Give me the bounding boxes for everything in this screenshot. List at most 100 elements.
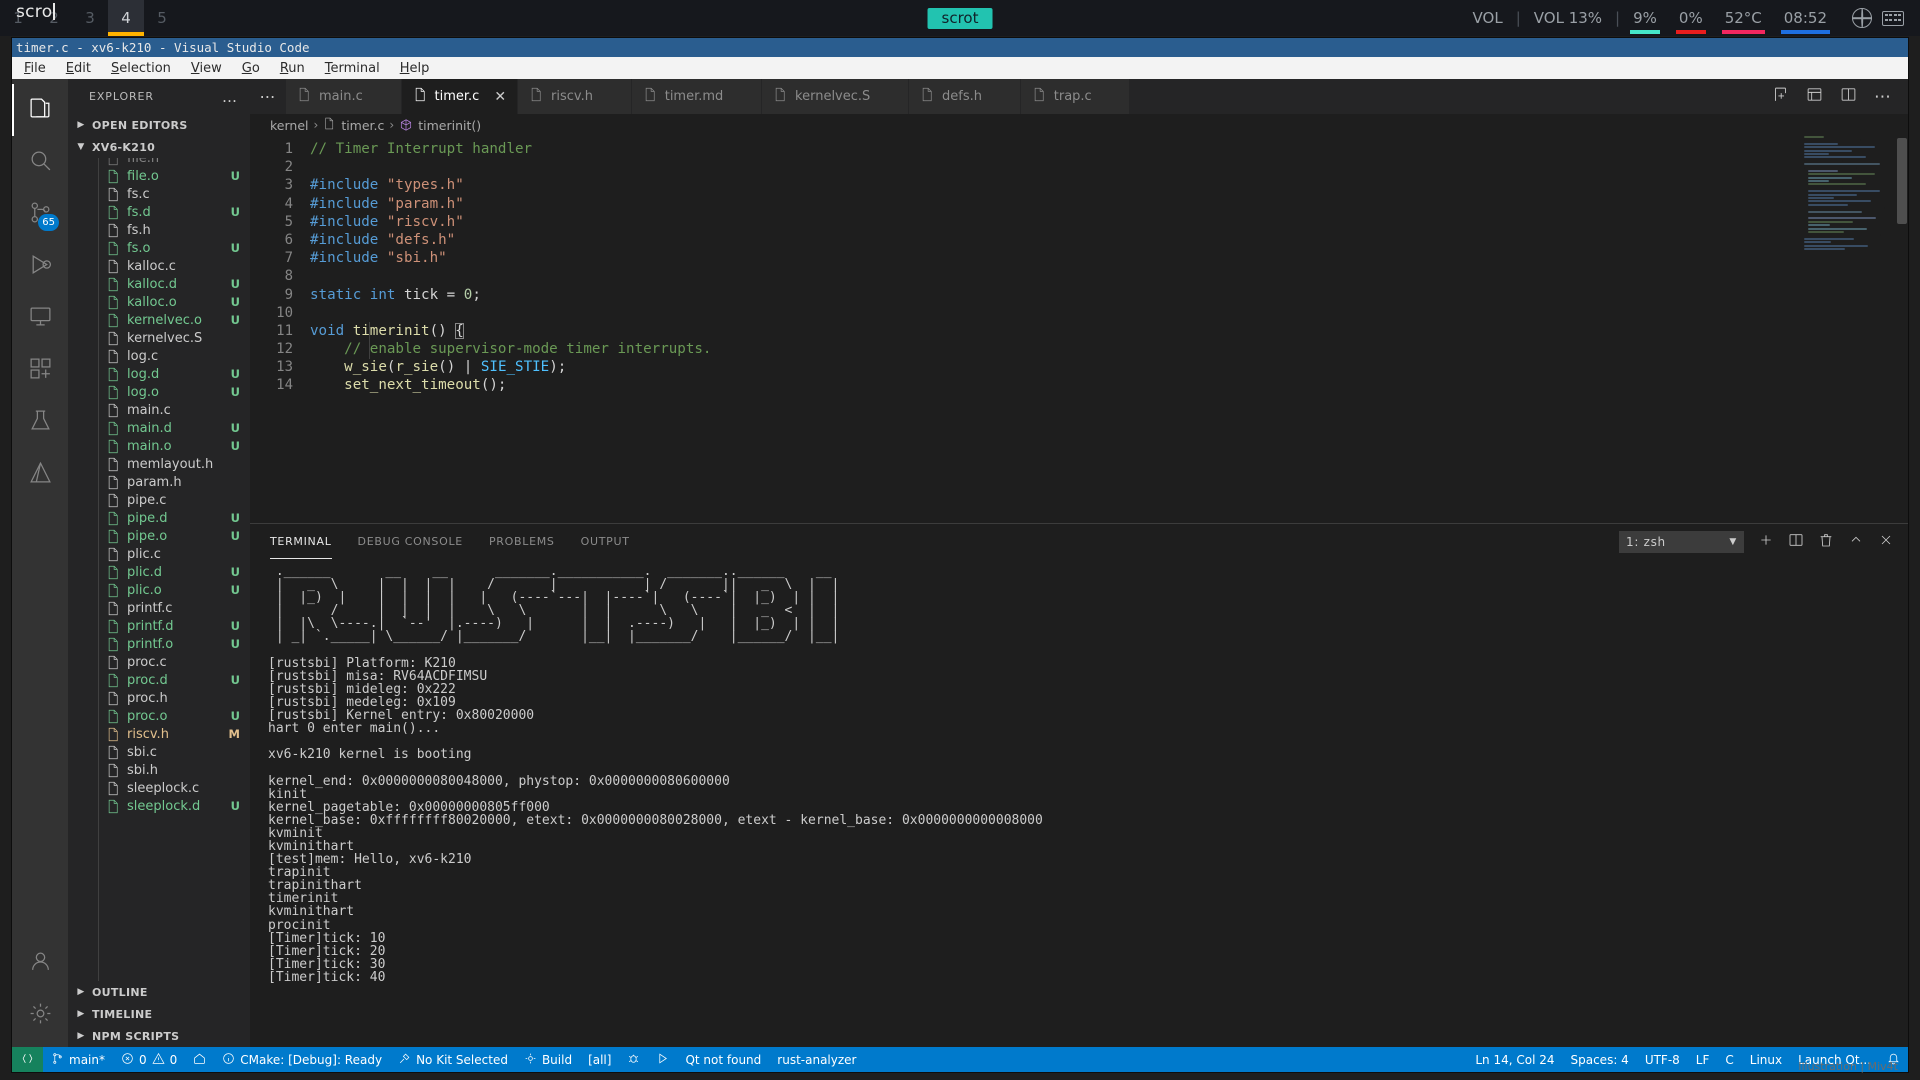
code-content[interactable]: // Timer Interrupt handler #include "typ… <box>302 136 1908 523</box>
run-file-icon[interactable] <box>1772 86 1789 107</box>
editor-tab-riscv-h[interactable]: riscv.h✕ <box>518 79 632 114</box>
file-tree-item[interactable]: proc.o U <box>68 707 250 725</box>
file-tree-item[interactable]: main.o U <box>68 437 250 455</box>
status-platform[interactable]: Linux <box>1742 1047 1790 1072</box>
file-tree-item[interactable]: main.d U <box>68 419 250 437</box>
polybar-temperature[interactable]: 52°C <box>1714 0 1773 36</box>
activitybar-item-run-debug[interactable] <box>12 240 68 292</box>
editor-tab-timer-md[interactable]: timer.md✕ <box>631 79 763 114</box>
workspace-5[interactable]: 5 <box>144 0 180 36</box>
code-line[interactable]: // enable supervisor-mode timer interrup… <box>310 340 1908 358</box>
file-tree-item[interactable]: kernelvec.o U <box>68 311 250 329</box>
file-tree-item[interactable]: kalloc.o U <box>68 293 250 311</box>
menu-bar[interactable]: File Edit Selection View Go Run Terminal Help <box>12 57 1908 79</box>
code-line[interactable] <box>310 158 1908 176</box>
menu-terminal[interactable]: Terminal <box>325 61 380 76</box>
menu-go[interactable]: Go <box>242 61 260 76</box>
activitybar-item-extensions[interactable] <box>12 344 68 396</box>
polybar-volume-muted[interactable]: VOL <box>1462 0 1514 36</box>
code-line[interactable]: #include "defs.h" <box>310 231 1908 249</box>
file-tree-item[interactable]: proc.h <box>68 689 250 707</box>
editor-actions[interactable]: ⋯ <box>1756 79 1908 114</box>
code-line[interactable] <box>310 304 1908 322</box>
activitybar-item-explorer[interactable] <box>12 84 68 136</box>
network-globe-icon[interactable] <box>1852 8 1872 28</box>
polybar-memory[interactable]: 0% <box>1668 0 1714 36</box>
menu-selection[interactable]: Selection <box>111 61 171 76</box>
status-encoding[interactable]: UTF-8 <box>1637 1047 1688 1072</box>
file-tree-item[interactable]: proc.c <box>68 653 250 671</box>
scrollbar-thumb[interactable] <box>1897 138 1907 224</box>
split-editor-icon[interactable] <box>1840 86 1857 107</box>
file-tree-item[interactable]: memlayout.h <box>68 455 250 473</box>
activitybar-item-remote-explorer[interactable] <box>12 292 68 344</box>
activity-bar[interactable]: 65 <box>12 79 68 1047</box>
new-terminal-icon[interactable] <box>1758 532 1774 551</box>
file-tree-item[interactable]: sbi.c <box>68 743 250 761</box>
polybar-volume[interactable]: VOL 13% <box>1523 0 1613 36</box>
section-open-editors[interactable]: ▶ OPEN EDITORS <box>68 114 250 136</box>
terminal-output[interactable]: .______ __ __ _______.___________. _____… <box>250 559 1908 1047</box>
file-tree-item[interactable]: fs.c <box>68 185 250 203</box>
file-tree-item[interactable]: pipe.d U <box>68 509 250 527</box>
file-tree-item[interactable]: printf.d U <box>68 617 250 635</box>
file-tree-item[interactable]: param.h <box>68 473 250 491</box>
file-tree-item[interactable]: log.d U <box>68 365 250 383</box>
file-tree-item[interactable]: pipe.o U <box>68 527 250 545</box>
workspace-3[interactable]: 3 <box>72 0 108 36</box>
code-line[interactable]: w_sie(r_sie() | SIE_STIE); <box>310 358 1908 376</box>
split-terminal-icon[interactable] <box>1788 532 1804 551</box>
code-line[interactable] <box>310 267 1908 285</box>
activitybar-item-search[interactable] <box>12 136 68 188</box>
editor-scrollbar[interactable] <box>1894 136 1908 523</box>
breadcrumb-item-folder[interactable]: kernel <box>270 118 309 133</box>
code-line[interactable]: #include "types.h" <box>310 176 1908 194</box>
file-tree-item[interactable]: sbi.h <box>68 761 250 779</box>
code-line[interactable]: void timerinit() { <box>310 322 1908 340</box>
polybar-cpu[interactable]: 9% <box>1622 0 1668 36</box>
status-launch-run[interactable] <box>648 1047 677 1072</box>
file-tree-item[interactable]: fs.d U <box>68 203 250 221</box>
code-line[interactable]: // Timer Interrupt handler <box>310 140 1908 158</box>
status-cmake[interactable]: CMake: [Debug]: Ready <box>214 1047 390 1072</box>
activitybar-item-testing[interactable] <box>12 396 68 448</box>
close-icon[interactable]: ✕ <box>494 90 506 104</box>
activitybar-item-source-control[interactable]: 65 <box>12 188 68 240</box>
status-eol[interactable]: LF <box>1688 1047 1718 1072</box>
menu-edit[interactable]: Edit <box>66 61 91 76</box>
menu-view[interactable]: View <box>191 61 222 76</box>
explorer-more-actions-icon[interactable]: … <box>222 88 238 106</box>
editor-tab-timer-c[interactable]: timer.c ✕ <box>401 79 519 114</box>
section-project-root[interactable]: ▼ XV6-K210 <box>68 136 250 158</box>
activitybar-item-accounts[interactable] <box>12 937 68 989</box>
panel-tab-problems[interactable]: PROBLEMS <box>489 524 555 559</box>
status-bar[interactable]: main* 0 0 CMake: [Debug]: Ready No Kit S… <box>12 1047 1908 1072</box>
panel-tab-terminal[interactable]: TERMINAL <box>270 524 332 559</box>
workspace-4[interactable]: 4 <box>108 0 144 36</box>
file-tree-item[interactable]: printf.o U <box>68 635 250 653</box>
kill-terminal-icon[interactable] <box>1818 532 1834 551</box>
panel-tab-bar[interactable]: TERMINAL DEBUG CONSOLE PROBLEMS OUTPUT 1: z… <box>250 524 1908 559</box>
status-branch[interactable]: main* <box>43 1047 113 1072</box>
code-line[interactable]: #include "sbi.h" <box>310 249 1908 267</box>
file-tree-item[interactable]: file.o U <box>68 167 250 185</box>
section-npm-scripts[interactable]: ▶ NPM SCRIPTS <box>68 1025 250 1047</box>
status-debug-target[interactable] <box>619 1047 648 1072</box>
section-timeline[interactable]: ▶ TIMELINE <box>68 1003 250 1025</box>
file-tree-item[interactable]: file.h <box>68 158 250 167</box>
editor-tab-defs-h[interactable]: defs.h✕ <box>909 79 1021 114</box>
status-build[interactable]: Build <box>516 1047 580 1072</box>
breadcrumb[interactable]: kernel › timer.c › timerinit() <box>250 114 1908 136</box>
status-home[interactable] <box>185 1047 214 1072</box>
close-panel-icon[interactable] <box>1878 532 1894 551</box>
file-tree-item[interactable]: sleeplock.c <box>68 779 250 797</box>
polybar-clock[interactable]: 08:52 <box>1773 0 1838 36</box>
file-tree-item[interactable]: printf.c <box>68 599 250 617</box>
minimap[interactable] <box>1802 136 1894 523</box>
file-tree-item[interactable]: log.o U <box>68 383 250 401</box>
status-cursor-position[interactable]: Ln 14, Col 24 <box>1467 1047 1562 1072</box>
editor-more-actions-icon[interactable]: ⋯ <box>1874 87 1892 107</box>
status-remote-indicator[interactable] <box>12 1047 43 1072</box>
file-tree-item[interactable]: main.c <box>68 401 250 419</box>
editor-tab-kernelvec-S[interactable]: kernelvec.S✕ <box>762 79 910 114</box>
